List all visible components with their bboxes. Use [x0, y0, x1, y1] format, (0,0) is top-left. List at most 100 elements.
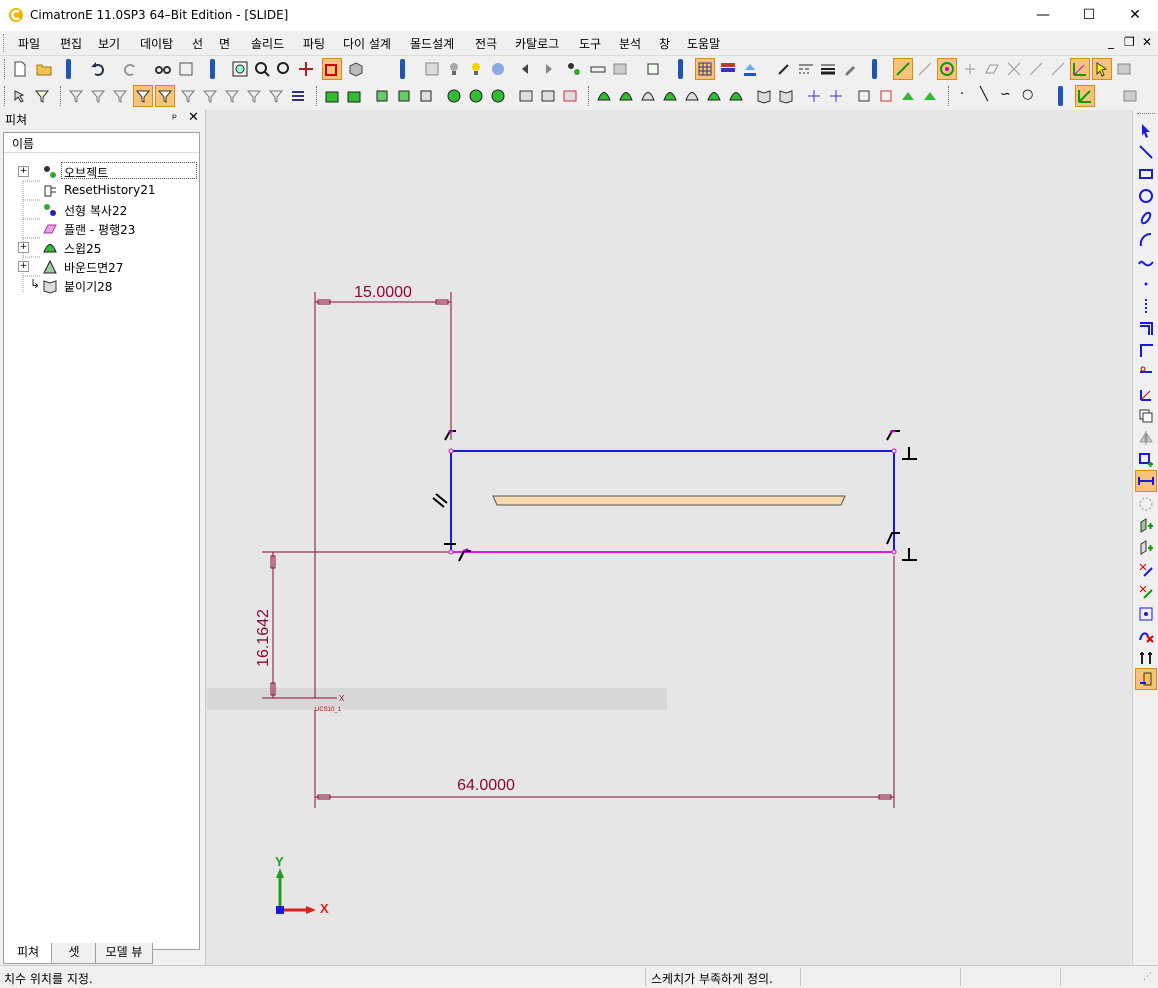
transform-icon[interactable]: [806, 88, 822, 104]
menu-catalog[interactable]: 카탈로그: [515, 35, 559, 52]
menu-view[interactable]: 보기: [98, 35, 120, 52]
project-tool-icon[interactable]: [1138, 518, 1154, 534]
line-width-icon[interactable]: [820, 61, 836, 77]
surface-icon[interactable]: [706, 88, 722, 104]
snap-line-icon[interactable]: [895, 61, 911, 77]
new-file-icon[interactable]: [12, 61, 28, 77]
constraint-parallel-icon[interactable]: [432, 493, 448, 508]
arrow-left-icon[interactable]: [518, 61, 534, 77]
snap-any-icon[interactable]: [1050, 61, 1066, 77]
part-green-icon[interactable]: [324, 88, 340, 104]
menu-tools[interactable]: 도구: [579, 35, 601, 52]
snap-plane-icon[interactable]: [984, 61, 1000, 77]
dimension-vertical-left[interactable]: 16.1642: [255, 551, 451, 699]
arrow-right-icon[interactable]: [540, 61, 556, 77]
dimension-tool-icon[interactable]: [1138, 473, 1154, 489]
menu-analysis[interactable]: 분석: [619, 35, 641, 52]
toolbar-separator[interactable]: [400, 59, 405, 79]
tree-item-linear-copy[interactable]: 선형 복사22: [42, 201, 197, 219]
constraint-perpendicular-icon[interactable]: [902, 447, 917, 460]
transform-icon[interactable]: [900, 88, 916, 104]
line-tool-icon[interactable]: [1138, 144, 1154, 160]
menu-help[interactable]: 도움말: [687, 35, 720, 52]
light-bulb-icon[interactable]: [446, 61, 462, 77]
circle-tool-icon[interactable]: [1138, 188, 1154, 204]
line-icon[interactable]: ╲: [980, 87, 988, 102]
filter-funnel-icon[interactable]: [34, 88, 50, 104]
dimension-label-top[interactable]: 15.0000: [354, 284, 412, 301]
mdi-close-button[interactable]: ✕: [1142, 35, 1152, 49]
book-icon[interactable]: [562, 88, 578, 104]
expand-objects-button[interactable]: +: [18, 166, 29, 177]
toolbar-grip[interactable]: [316, 86, 320, 106]
transform-icon[interactable]: [922, 88, 938, 104]
toolbar-separator[interactable]: [210, 59, 215, 79]
tool-settings-icon[interactable]: [1138, 650, 1154, 666]
solid-icon[interactable]: [490, 88, 506, 104]
dimension-label-bottom[interactable]: 64.0000: [457, 777, 515, 794]
tab-model-view[interactable]: 모델 뷰: [95, 943, 153, 964]
palette-icon[interactable]: [490, 61, 506, 77]
point-tool-icon[interactable]: [1138, 276, 1154, 292]
pick-icon[interactable]: [12, 88, 28, 104]
light-bulb-on-icon[interactable]: [468, 61, 484, 77]
filter-icon[interactable]: [246, 88, 262, 104]
line-style-icon[interactable]: [798, 61, 814, 77]
menu-curve[interactable]: 선: [192, 35, 203, 52]
arc-tool-icon[interactable]: [1138, 232, 1154, 248]
pen-icon[interactable]: [776, 61, 792, 77]
circle-icon[interactable]: ○: [1022, 87, 1033, 102]
part-green-icon[interactable]: [346, 88, 362, 104]
offset-tool-icon[interactable]: [1138, 320, 1154, 336]
filter-icon[interactable]: [566, 61, 582, 77]
render-icon[interactable]: [424, 61, 440, 77]
filter-active-icon[interactable]: [135, 88, 151, 104]
trim-tool-icon[interactable]: [1138, 364, 1154, 380]
glasses-icon[interactable]: [155, 61, 171, 77]
select-cursor-icon[interactable]: [1138, 122, 1154, 138]
menu-grip[interactable]: [3, 34, 7, 52]
delete-constraint-icon[interactable]: [1138, 628, 1154, 644]
snap-near-icon[interactable]: [1028, 61, 1044, 77]
tree-item-reset-history[interactable]: ResetHistory21: [42, 182, 197, 200]
menu-file[interactable]: 파일: [18, 35, 40, 52]
close-button[interactable]: ✕: [1112, 0, 1158, 31]
mdi-minimize-button[interactable]: _: [1108, 35, 1114, 49]
surface-icon[interactable]: [618, 88, 634, 104]
constraint-horizontal-icon[interactable]: [886, 430, 900, 441]
snap-intersect-icon[interactable]: [1006, 61, 1022, 77]
tree-item-sweep[interactable]: 스윕25: [42, 239, 197, 257]
transform-icon[interactable]: [878, 88, 894, 104]
spline-tool-icon[interactable]: [1138, 254, 1154, 270]
ellipse-tool-icon[interactable]: [1138, 210, 1154, 226]
dashed-circle-icon[interactable]: [1138, 496, 1154, 512]
properties-icon[interactable]: [178, 61, 194, 77]
surface-icon[interactable]: [684, 88, 700, 104]
tree-item-bound-face[interactable]: 바운드면27: [42, 258, 197, 276]
surface-icon[interactable]: [728, 88, 744, 104]
menu-surface[interactable]: 면: [219, 35, 230, 52]
shading-icon[interactable]: [348, 61, 364, 77]
reference-tool-icon[interactable]: [1138, 584, 1154, 600]
copy-tool-icon[interactable]: [1138, 408, 1154, 424]
menu-edit[interactable]: 편집: [60, 35, 82, 52]
zoom-dynamic-icon[interactable]: [276, 61, 292, 77]
book-open-icon[interactable]: [778, 88, 794, 104]
snap-tangent-icon[interactable]: [917, 61, 933, 77]
dimension-horizontal-top[interactable]: 15.0000: [314, 284, 452, 690]
dimension-horizontal-bottom[interactable]: 64.0000: [314, 556, 895, 808]
filter-icon[interactable]: [90, 88, 106, 104]
tab-features[interactable]: 피쳐: [3, 943, 53, 964]
tree-item-plane-parallel[interactable]: 플랜 - 평행23: [42, 220, 197, 238]
dimension-label-left[interactable]: 16.1642: [255, 609, 272, 667]
constraint-tool-icon[interactable]: [1138, 452, 1154, 468]
tree-column-header[interactable]: 이름: [4, 133, 199, 153]
part-edge-view[interactable]: [492, 495, 846, 506]
filter-icon[interactable]: [268, 88, 284, 104]
select-arrow-icon[interactable]: [1094, 61, 1110, 77]
solid-icon[interactable]: [468, 88, 484, 104]
label-icon[interactable]: [645, 61, 661, 77]
tree-item-objects[interactable]: 오브젝트: [42, 162, 197, 181]
corner-tool-icon[interactable]: [1138, 342, 1154, 358]
redo-icon[interactable]: [122, 61, 138, 77]
